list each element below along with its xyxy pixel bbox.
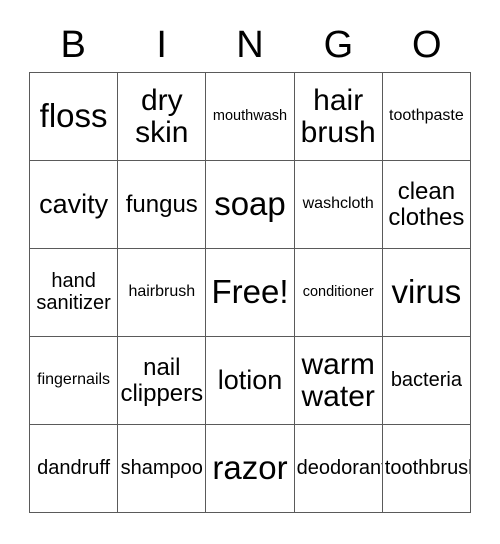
header-letter-n: N <box>236 24 264 66</box>
bingo-cell-label: bacteria <box>390 368 462 391</box>
bingo-cell-i1[interactable]: dry skin <box>118 73 207 161</box>
bingo-cell-label: shampoo <box>120 456 203 479</box>
bingo-cell-i2[interactable]: fungus <box>118 161 207 249</box>
bingo-cell-label: lotion <box>217 365 283 396</box>
bingo-cell-label: toothbrush <box>384 456 471 479</box>
bingo-cell-label: cavity <box>39 189 109 220</box>
bingo-cell-b1[interactable]: floss <box>30 73 119 161</box>
bingo-cell-label: fingernails <box>37 371 111 389</box>
bingo-cell-g4[interactable]: warm water <box>294 337 383 425</box>
bingo-cell-g2[interactable]: washcloth <box>294 161 383 249</box>
bingo-cell-o3[interactable]: virus <box>382 249 471 337</box>
bingo-grid: floss dry skin mouthwash hair brush toot… <box>29 72 471 513</box>
bingo-cell-n5[interactable]: razor <box>206 425 295 513</box>
bingo-cell-o2[interactable]: clean clothes <box>382 161 471 249</box>
bingo-cell-o5[interactable]: toothbrush <box>382 425 471 513</box>
bingo-cell-label: dry skin <box>135 83 189 149</box>
bingo-cell-o1[interactable]: toothpaste <box>382 73 471 161</box>
bingo-header-row: B I N G O <box>29 18 471 72</box>
header-letter-b: B <box>60 24 86 66</box>
header-letter-i: I <box>156 24 167 66</box>
bingo-cell-label: mouthwash <box>212 107 288 124</box>
bingo-cell-label: dandruff <box>37 456 111 479</box>
bingo-cell-label: virus <box>391 273 462 311</box>
bingo-cell-label: washcloth <box>302 195 374 213</box>
bingo-cell-label: hairbrush <box>128 283 196 301</box>
bingo-cell-b4[interactable]: fingernails <box>30 337 119 425</box>
bingo-cell-label: hand sanitizer <box>36 270 111 314</box>
bingo-cell-i4[interactable]: nail clippers <box>118 337 207 425</box>
bingo-cell-free-space[interactable]: Free! <box>206 249 295 337</box>
bingo-cell-label: conditioner <box>302 283 374 300</box>
bingo-cell-g1[interactable]: hair brush <box>294 73 383 161</box>
bingo-cell-label: floss <box>39 97 108 135</box>
bingo-cell-i3[interactable]: hairbrush <box>118 249 207 337</box>
bingo-cell-label: deodorant <box>296 456 383 479</box>
bingo-free-space-label: Free! <box>211 273 289 311</box>
bingo-cell-g3[interactable]: conditioner <box>294 249 383 337</box>
bingo-cell-label: nail clippers <box>120 354 204 407</box>
bingo-cell-label: soap <box>214 185 286 223</box>
bingo-cell-n2[interactable]: soap <box>206 161 295 249</box>
header-letter-o: O <box>412 24 442 66</box>
bingo-cell-label: warm water <box>301 347 375 413</box>
bingo-cell-label: hair brush <box>300 83 376 149</box>
bingo-cell-label: clean clothes <box>388 178 465 231</box>
bingo-cell-b3[interactable]: hand sanitizer <box>30 249 119 337</box>
bingo-cell-g5[interactable]: deodorant <box>294 425 383 513</box>
bingo-cell-i5[interactable]: shampoo <box>118 425 207 513</box>
bingo-cell-label: razor <box>212 449 288 487</box>
header-letter-g: G <box>323 24 354 66</box>
bingo-cell-n1[interactable]: mouthwash <box>206 73 295 161</box>
bingo-cell-n4[interactable]: lotion <box>206 337 295 425</box>
bingo-cell-b2[interactable]: cavity <box>30 161 119 249</box>
bingo-card: B I N G O floss dry skin mouthwash hair … <box>0 0 500 544</box>
bingo-cell-label: toothpaste <box>389 107 464 125</box>
bingo-cell-o4[interactable]: bacteria <box>382 337 471 425</box>
bingo-cell-label: fungus <box>125 190 198 218</box>
bingo-cell-b5[interactable]: dandruff <box>30 425 119 513</box>
